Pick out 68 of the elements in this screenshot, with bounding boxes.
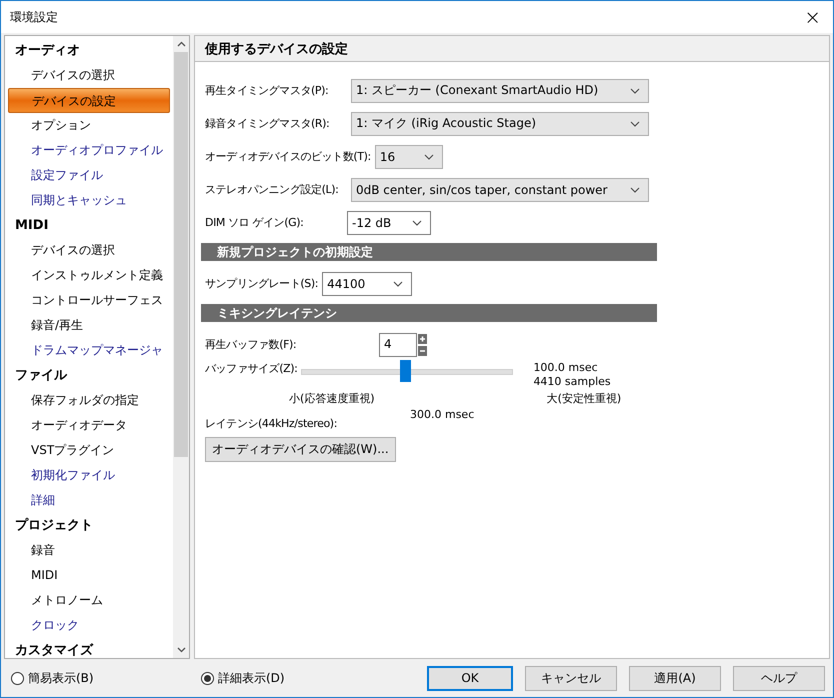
check-device-button[interactable]: オーディオデバイスの確認(W)...	[205, 437, 396, 462]
sidebar-item[interactable]: 録音	[8, 538, 173, 563]
sidebar-item[interactable]: 初期化ファイル	[8, 463, 173, 488]
scrollbar[interactable]	[173, 36, 189, 658]
spinner-icon[interactable]	[418, 334, 427, 356]
dialog-button[interactable]: 適用(A)	[629, 666, 721, 690]
slider-thumb[interactable]	[400, 360, 412, 382]
dropdown[interactable]: 16	[374, 144, 443, 168]
dropdown[interactable]: 0dB center, sin/cos taper, constant power	[351, 178, 649, 202]
field-label: バッファサイズ(Z):	[205, 361, 298, 376]
dialog-button[interactable]: OK	[427, 666, 513, 690]
caret-icon	[424, 154, 434, 160]
samples-reading: 4410 samples	[533, 375, 611, 389]
category-label: オーディオ	[14, 42, 81, 60]
sidebar-item[interactable]: デバイスの選択	[8, 238, 173, 263]
sidebar-item[interactable]: コントロールサーフェス	[8, 288, 173, 313]
field-label: 再生バッファ数(F):	[205, 337, 298, 352]
field-label: オーディオデバイスのビット数(T):	[205, 149, 372, 164]
section-title: 新規プロジェクトの初期設定	[217, 244, 373, 260]
caret-icon	[630, 186, 640, 192]
dropdown[interactable]: 44100	[322, 272, 412, 296]
section-title: ミキシングレイテンシ	[217, 304, 337, 322]
sidebar-item[interactable]: デバイスの設定	[8, 88, 170, 113]
dropdown[interactable]: -12 dB	[347, 210, 431, 234]
field-label: レイテンシ(44kHz/stereo):	[205, 416, 338, 431]
field-label: サンプリングレート(S):	[205, 276, 320, 291]
caret-icon	[412, 220, 422, 226]
caret-icon	[630, 88, 640, 94]
latency-reading: 300.0 msec	[410, 408, 474, 421]
dialog-button[interactable]: キャンセル	[525, 666, 617, 690]
panel-title: 使用するデバイスの設定	[205, 40, 348, 58]
number-field[interactable]: 4	[379, 332, 417, 356]
caret-icon	[393, 280, 404, 286]
field-label: DIM ソロ ゲイン(G):	[205, 215, 304, 230]
field-label: 再生タイミングマスタ(P):	[205, 83, 330, 98]
window-title: 環境設定	[10, 8, 58, 26]
caret-icon	[630, 120, 640, 126]
sidebar-item[interactable]: メトロノーム	[8, 588, 173, 613]
sidebar-item[interactable]: 同期とキャッシュ	[8, 188, 173, 213]
sidebar-item[interactable]: クロック	[8, 613, 173, 638]
dropdown[interactable]: 1: スピーカー (Conexant SmartAudio HD)	[351, 78, 649, 102]
sidebar-item[interactable]: MIDI	[8, 563, 173, 588]
sidebar-item[interactable]: オーディオプロファイル	[8, 138, 173, 163]
close-button[interactable]: ×	[804, 5, 821, 29]
category-label: プロジェクト	[14, 516, 94, 535]
sidebar-item[interactable]: VSTプラグイン	[8, 438, 173, 463]
sidebar-item[interactable]: 設定ファイル	[8, 163, 173, 188]
sidebar-item[interactable]: 詳細	[8, 488, 173, 513]
category-label: カスタマイズ	[14, 642, 94, 658]
sidebar-item[interactable]: 録音/再生	[8, 313, 173, 338]
sidebar-item[interactable]: インストゥルメント定義	[8, 263, 173, 288]
category-label: MIDI	[14, 217, 50, 235]
sidebar-item[interactable]: デバイスの選択	[8, 63, 173, 88]
view-radio[interactable]: 詳細表示(D)	[201, 670, 391, 686]
view-radio[interactable]: 簡易表示(B)	[11, 670, 201, 686]
sidebar-item[interactable]: ドラムマップマネージャ	[8, 338, 173, 363]
max-label: 大(安定性重視)	[546, 391, 622, 407]
dropdown[interactable]: 1: マイク (iRig Acoustic Stage)	[351, 112, 649, 136]
min-label: 小(応答速度重視)	[289, 391, 375, 407]
category-label: ファイル	[14, 367, 68, 385]
field-label: ステレオパンニング設定(L):	[205, 182, 340, 197]
sidebar-item[interactable]: オーディオデータ	[8, 413, 173, 438]
buffer-slider[interactable]	[301, 360, 514, 382]
sidebar-item[interactable]: 保存フォルダの指定	[8, 388, 173, 413]
field-label: 録音タイミングマスタ(R):	[205, 116, 330, 131]
dialog-button[interactable]: ヘルプ	[733, 666, 825, 690]
msec-reading: 100.0 msec	[533, 361, 599, 375]
sidebar-item[interactable]: オプション	[8, 113, 173, 138]
